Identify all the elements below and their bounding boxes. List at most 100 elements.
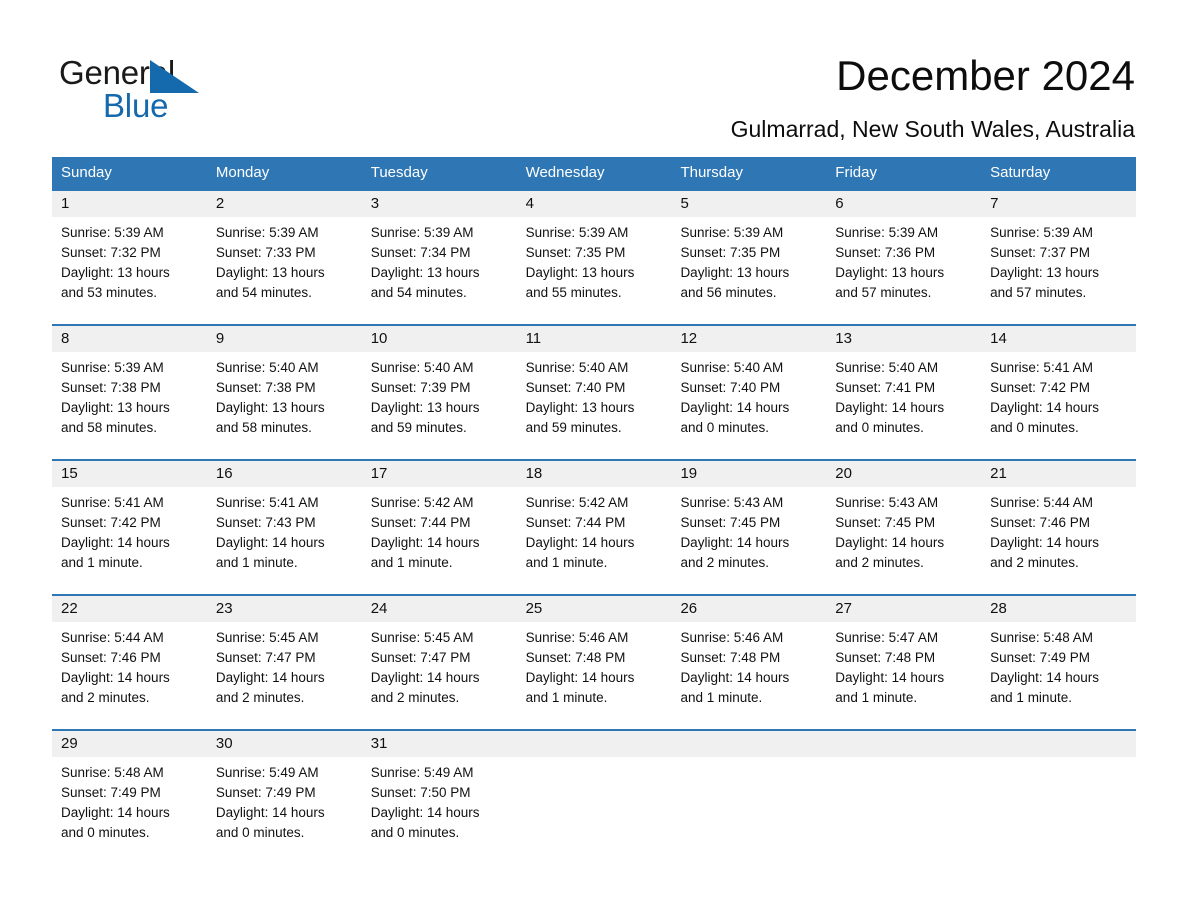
- day-number[interactable]: 3: [362, 191, 517, 217]
- day-number[interactable]: 21: [981, 461, 1136, 487]
- week-row: 8 9 10 11 12 13 14 Sunrise: 5:39 AM Suns…: [52, 324, 1136, 459]
- day-number[interactable]: 17: [362, 461, 517, 487]
- day-cell[interactable]: Sunrise: 5:46 AM Sunset: 7:48 PM Dayligh…: [517, 622, 672, 729]
- day-cell[interactable]: Sunrise: 5:40 AM Sunset: 7:40 PM Dayligh…: [517, 352, 672, 459]
- day-cell[interactable]: Sunrise: 5:45 AM Sunset: 7:47 PM Dayligh…: [207, 622, 362, 729]
- day-cell[interactable]: Sunrise: 5:39 AM Sunset: 7:36 PM Dayligh…: [826, 217, 981, 324]
- day-cell[interactable]: Sunrise: 5:39 AM Sunset: 7:35 PM Dayligh…: [517, 217, 672, 324]
- sunrise-text: Sunrise: 5:39 AM: [835, 225, 939, 240]
- day-number[interactable]: 23: [207, 596, 362, 622]
- day-number[interactable]: 2: [207, 191, 362, 217]
- day-number[interactable]: 13: [826, 326, 981, 352]
- sunrise-text: Sunrise: 5:42 AM: [370, 495, 474, 510]
- day-number[interactable]: 26: [671, 596, 826, 622]
- day-number[interactable]: 12: [671, 326, 826, 352]
- daylight-text-line2: and 0 minutes.: [990, 420, 1079, 435]
- weekday-header-sunday: Sunday: [61, 164, 112, 181]
- day-number[interactable]: 7: [981, 191, 1136, 217]
- sunrise-text: Sunrise: 5:46 AM: [525, 630, 629, 645]
- day-number[interactable]: 14: [981, 326, 1136, 352]
- sunset-text: Sunset: 7:41 PM: [835, 380, 936, 395]
- daylight-text-line2: and 1 minute.: [835, 690, 918, 705]
- sunrise-text: Sunrise: 5:47 AM: [835, 630, 939, 645]
- day-number[interactable]: 5: [671, 191, 826, 217]
- day-cell-empty: [517, 757, 672, 864]
- daylight-text-line2: and 1 minute.: [215, 555, 298, 570]
- day-cell[interactable]: Sunrise: 5:47 AM Sunset: 7:48 PM Dayligh…: [826, 622, 981, 729]
- day-cell[interactable]: Sunrise: 5:41 AM Sunset: 7:42 PM Dayligh…: [981, 352, 1136, 459]
- day-cell[interactable]: Sunrise: 5:48 AM Sunset: 7:49 PM Dayligh…: [981, 622, 1136, 729]
- page-subtitle: Gulmarrad, New South Wales, Australia: [730, 116, 1135, 142]
- day-cell[interactable]: Sunrise: 5:42 AM Sunset: 7:44 PM Dayligh…: [362, 487, 517, 594]
- sunset-text: Sunset: 7:46 PM: [990, 515, 1090, 530]
- day-cell[interactable]: Sunrise: 5:44 AM Sunset: 7:46 PM Dayligh…: [52, 622, 207, 729]
- day-cell[interactable]: Sunrise: 5:39 AM Sunset: 7:38 PM Dayligh…: [52, 352, 207, 459]
- day-number[interactable]: 31: [362, 731, 517, 757]
- day-cell[interactable]: Sunrise: 5:40 AM Sunset: 7:39 PM Dayligh…: [362, 352, 517, 459]
- day-cell[interactable]: Sunrise: 5:40 AM Sunset: 7:38 PM Dayligh…: [207, 352, 362, 459]
- day-number[interactable]: 1: [52, 191, 207, 217]
- sunset-text: Sunset: 7:47 PM: [215, 650, 316, 665]
- day-cell[interactable]: Sunrise: 5:46 AM Sunset: 7:48 PM Dayligh…: [671, 622, 826, 729]
- sunset-text: Sunset: 7:50 PM: [370, 785, 471, 800]
- day-cell[interactable]: Sunrise: 5:43 AM Sunset: 7:45 PM Dayligh…: [826, 487, 981, 594]
- day-cell[interactable]: Sunrise: 5:48 AM Sunset: 7:49 PM Dayligh…: [52, 757, 207, 864]
- sunrise-text: Sunrise: 5:43 AM: [835, 495, 939, 510]
- day-number[interactable]: 28: [981, 596, 1136, 622]
- day-number-empty: [826, 731, 981, 757]
- daylight-text-line2: and 57 minutes.: [990, 285, 1087, 300]
- day-cell[interactable]: Sunrise: 5:45 AM Sunset: 7:47 PM Dayligh…: [362, 622, 517, 729]
- day-cell[interactable]: Sunrise: 5:44 AM Sunset: 7:46 PM Dayligh…: [981, 487, 1136, 594]
- day-number[interactable]: 18: [517, 461, 672, 487]
- day-number[interactable]: 22: [52, 596, 207, 622]
- daylight-text-line1: Daylight: 13 hours: [835, 265, 945, 280]
- sunset-text: Sunset: 7:38 PM: [215, 380, 316, 395]
- sunset-text: Sunset: 7:42 PM: [61, 515, 161, 530]
- sunset-text: Sunset: 7:48 PM: [680, 650, 781, 665]
- day-cell[interactable]: Sunrise: 5:39 AM Sunset: 7:37 PM Dayligh…: [981, 217, 1136, 324]
- daylight-text-line1: Daylight: 13 hours: [215, 400, 325, 415]
- daylight-text-line2: and 58 minutes.: [215, 420, 312, 435]
- day-cell[interactable]: Sunrise: 5:49 AM Sunset: 7:50 PM Dayligh…: [362, 757, 517, 864]
- sunrise-text: Sunrise: 5:39 AM: [680, 225, 784, 240]
- day-number[interactable]: 25: [517, 596, 672, 622]
- day-number[interactable]: 24: [362, 596, 517, 622]
- logo-text-blue: Blue: [103, 87, 169, 124]
- day-number[interactable]: 20: [826, 461, 981, 487]
- day-cell[interactable]: Sunrise: 5:39 AM Sunset: 7:35 PM Dayligh…: [671, 217, 826, 324]
- day-cell[interactable]: Sunrise: 5:39 AM Sunset: 7:33 PM Dayligh…: [207, 217, 362, 324]
- sunrise-text: Sunrise: 5:40 AM: [835, 360, 939, 375]
- day-number[interactable]: 15: [52, 461, 207, 487]
- day-number[interactable]: 9: [207, 326, 362, 352]
- day-cell[interactable]: Sunrise: 5:43 AM Sunset: 7:45 PM Dayligh…: [671, 487, 826, 594]
- daylight-text-line1: Daylight: 13 hours: [215, 265, 325, 280]
- day-cell[interactable]: Sunrise: 5:41 AM Sunset: 7:42 PM Dayligh…: [52, 487, 207, 594]
- day-number[interactable]: 16: [207, 461, 362, 487]
- daylight-text-line1: Daylight: 14 hours: [525, 670, 635, 685]
- day-number[interactable]: 27: [826, 596, 981, 622]
- day-cell[interactable]: Sunrise: 5:41 AM Sunset: 7:43 PM Dayligh…: [207, 487, 362, 594]
- day-number[interactable]: 29: [52, 731, 207, 757]
- day-number[interactable]: 8: [52, 326, 207, 352]
- daylight-text-line1: Daylight: 14 hours: [990, 400, 1099, 415]
- weekday-header-wednesday: Wednesday: [525, 164, 605, 181]
- generalblue-logo[interactable]: General Blue: [59, 54, 219, 132]
- day-number[interactable]: 10: [362, 326, 517, 352]
- day-cell[interactable]: Sunrise: 5:49 AM Sunset: 7:49 PM Dayligh…: [207, 757, 362, 864]
- day-cell[interactable]: Sunrise: 5:40 AM Sunset: 7:41 PM Dayligh…: [826, 352, 981, 459]
- day-cell[interactable]: Sunrise: 5:39 AM Sunset: 7:34 PM Dayligh…: [362, 217, 517, 324]
- daylight-text-line2: and 2 minutes.: [990, 555, 1079, 570]
- day-number[interactable]: 19: [671, 461, 826, 487]
- day-number[interactable]: 30: [207, 731, 362, 757]
- daylight-text-line2: and 1 minute.: [370, 555, 453, 570]
- sunrise-text: Sunrise: 5:48 AM: [61, 765, 164, 780]
- daylight-text-line2: and 2 minutes.: [680, 555, 769, 570]
- day-number[interactable]: 4: [517, 191, 672, 217]
- day-cell[interactable]: Sunrise: 5:40 AM Sunset: 7:40 PM Dayligh…: [671, 352, 826, 459]
- day-number[interactable]: 6: [826, 191, 981, 217]
- day-number-empty: [671, 731, 826, 757]
- day-cell[interactable]: Sunrise: 5:42 AM Sunset: 7:44 PM Dayligh…: [517, 487, 672, 594]
- sunset-text: Sunset: 7:43 PM: [215, 515, 316, 530]
- day-cell[interactable]: Sunrise: 5:39 AM Sunset: 7:32 PM Dayligh…: [52, 217, 207, 324]
- day-number[interactable]: 11: [517, 326, 672, 352]
